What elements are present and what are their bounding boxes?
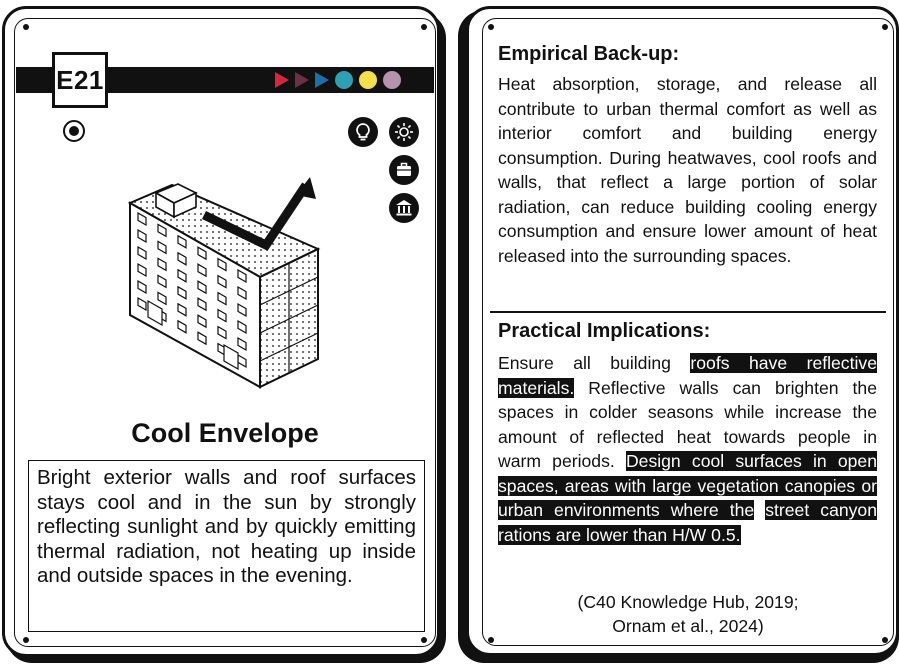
practical-text-part: Ensure all building: [498, 353, 691, 373]
indicator-row: [275, 71, 401, 89]
practical-title: Practical Implications:: [498, 320, 711, 342]
citation-line-1: (C40 Knowledge Hub, 2019;: [577, 592, 799, 612]
briefcase-icon: [389, 155, 419, 185]
target-icon: [63, 120, 85, 142]
corner-dot: [488, 24, 494, 30]
corner-dot: [421, 637, 427, 643]
empirical-text: Heat absorption, storage, and release al…: [498, 74, 877, 266]
sun-heat-icon: [389, 117, 419, 147]
card-code: E21: [52, 52, 108, 108]
card-title: Cool Envelope: [131, 418, 319, 448]
indicator-circle-2: [359, 71, 377, 89]
corner-dot: [23, 24, 29, 30]
empirical-title: Empirical Back-up:: [498, 43, 680, 65]
building-illustration: [127, 177, 321, 389]
card-description: Bright exterior walls and roof surfaces …: [28, 460, 425, 632]
indicator-triangle-1: [275, 72, 289, 88]
corner-dot: [882, 24, 888, 30]
indicator-triangle-2: [295, 72, 309, 88]
citation-line-2: Ornam et al., 2024): [612, 616, 764, 636]
institution-icon: [389, 193, 419, 223]
practical-text: Ensure all building roofs have reflectiv…: [498, 351, 878, 547]
section-divider: [490, 311, 886, 313]
indicator-circle-1: [335, 71, 353, 89]
corner-dot: [421, 24, 427, 30]
corner-dot: [23, 637, 29, 643]
lightbulb-icon: [348, 117, 378, 147]
indicator-circle-3: [383, 71, 401, 89]
practical-text-part: [754, 500, 765, 520]
indicator-triangle-3: [315, 72, 329, 88]
